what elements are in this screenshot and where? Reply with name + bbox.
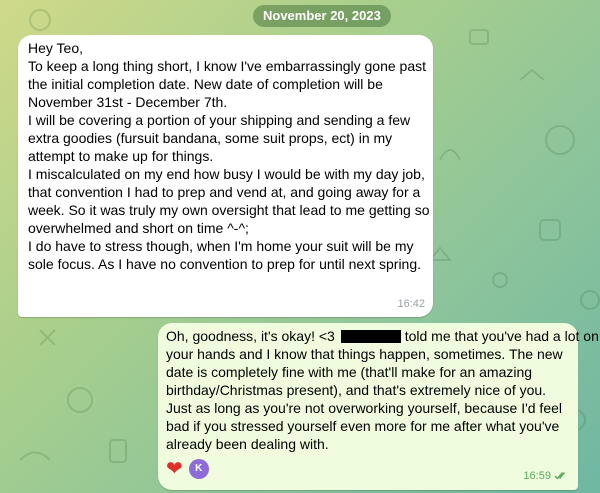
message-line: I will be covering a portion of your shi… <box>28 112 411 128</box>
message-line: Hey Teo, <box>28 40 83 56</box>
message-line: the initial completion date. New date of… <box>28 76 383 92</box>
message-line: your hands and I know that things happen… <box>166 346 563 362</box>
redacted-name-block <box>340 330 401 343</box>
message-line: I miscalculated on my end how busy I wou… <box>28 166 425 182</box>
message-line: November 31st - December 7th. <box>28 94 228 110</box>
message-timestamp: 16:59 <box>523 470 551 482</box>
reactor-avatar[interactable]: K <box>188 459 209 479</box>
incoming-message-bubble[interactable]: Hey Teo, To keep a long thing short, I k… <box>18 35 433 317</box>
outgoing-message-bubble[interactable]: Oh, goodness, it's okay! <3 told me that… <box>158 323 599 490</box>
message-line: bad if you stressed yourself even more f… <box>166 418 560 434</box>
message-timestamp-status: 16:59 <box>523 467 568 485</box>
message-line: Oh, goodness, it's okay! <3 told me that… <box>166 327 599 345</box>
double-check-icon <box>554 472 566 480</box>
message-line: that convention I had to prep and vend a… <box>28 184 421 200</box>
message-line: I do have to stress though, when I'm hom… <box>28 238 414 254</box>
message-text: Oh, goodness, it's okay! <3 <box>166 328 335 344</box>
message-line: overwhelmed and short on time ^-^; <box>28 220 249 236</box>
message-line: week. So it was truly my own oversight t… <box>28 202 430 218</box>
message-text: told me that you've had a lot on <box>404 328 599 344</box>
message-line: extra goodies (fursuit bandana, some sui… <box>28 130 393 146</box>
message-line: already been dealing with. <box>166 436 329 452</box>
message-line: sole focus. As I have no convention to p… <box>28 256 422 272</box>
message-line: date is completely fine with me (that'll… <box>166 364 533 380</box>
message-line: Just as long as you're not overworking y… <box>166 400 563 416</box>
message-line: To keep a long thing short, I know I've … <box>28 58 427 74</box>
message-line: attempt to make up for things. <box>28 148 214 164</box>
heart-reaction-icon[interactable]: ❤ <box>166 459 183 479</box>
date-separator: November 20, 2023 <box>253 5 391 27</box>
message-timestamp: 16:42 <box>397 298 425 310</box>
message-line: birthday/Christmas present), and that's … <box>166 382 547 398</box>
message-reactions[interactable]: ❤ K <box>166 459 209 479</box>
